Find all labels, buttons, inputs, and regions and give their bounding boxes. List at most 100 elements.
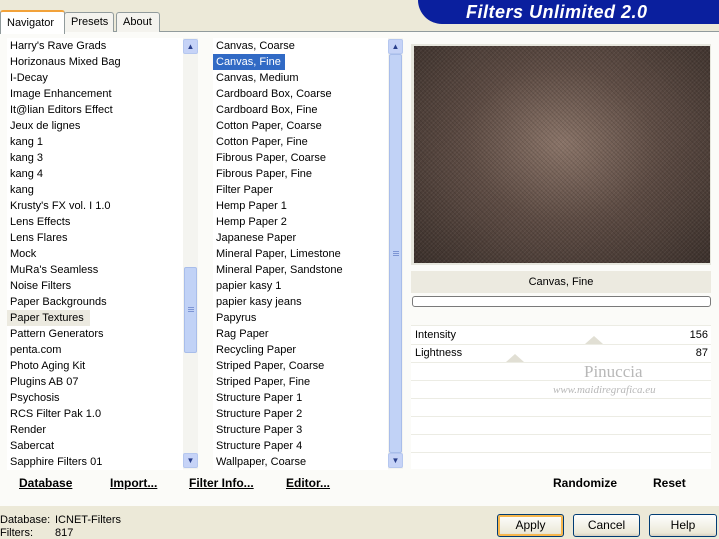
list-item[interactable]: Paper Textures [7,310,183,326]
category-scroll-thumb[interactable] [184,267,197,353]
category-list[interactable]: Harry's Rave Grads Horizonaus Mixed Bag I-… [7,38,183,470]
list-item-label: RCS Filter Pak 1.0 [10,408,102,420]
list-item[interactable]: RCS Filter Pak 1.0 [7,406,183,422]
list-item[interactable]: Structure Paper 4 [213,438,388,454]
list-item[interactable]: kang [7,182,183,198]
list-item[interactable]: Photo Aging Kit [7,358,183,374]
list-item[interactable]: kang 1 [7,134,183,150]
list-item[interactable]: Krusty's FX vol. I 1.0 [7,198,183,214]
list-item[interactable]: Cotton Paper, Coarse [213,118,388,134]
list-item[interactable]: Horizonaus Mixed Bag [7,54,183,70]
list-item[interactable]: Render [7,422,183,438]
list-item[interactable]: Noise Filters [7,278,183,294]
list-item[interactable]: Paper Backgrounds [7,294,183,310]
slider-lightness[interactable]: Lightness 87 [411,344,711,362]
list-item[interactable]: It@lian Editors Effect [7,102,183,118]
list-item-label: Psychosis [10,392,60,404]
list-item-label: MuRa's Seamless [10,264,99,276]
slider-intensity[interactable]: Intensity 156 [411,326,711,344]
list-item[interactable]: Mock [7,246,183,262]
filter-scroll-down-button[interactable]: ▼ [388,453,403,468]
list-item-label: Sabercat [10,440,55,452]
list-item[interactable]: papier kasy 1 [213,278,388,294]
list-item[interactable]: Lens Effects [7,214,183,230]
list-item[interactable]: papier kasy jeans [213,294,388,310]
list-item[interactable]: I-Decay [7,70,183,86]
chevron-up-icon: ▲ [391,42,400,51]
list-item-label: Paper Textures [7,310,90,326]
list-item-label: Noise Filters [10,280,72,292]
editor-button[interactable]: Editor... [286,476,330,490]
list-item[interactable]: kang 3 [7,150,183,166]
progress-bar [412,296,711,307]
list-item[interactable]: Recycling Paper [213,342,388,358]
list-item-label: Canvas, Coarse [216,40,295,52]
list-item[interactable]: Canvas, Fine [213,54,388,70]
apply-button[interactable]: Apply [497,514,564,537]
list-item[interactable]: Filter Paper [213,182,388,198]
tab-presets[interactable]: Presets [64,12,114,32]
database-button[interactable]: Database [19,476,72,490]
list-item[interactable]: Fibrous Paper, Coarse [213,150,388,166]
list-item[interactable]: kang 4 [7,166,183,182]
list-item[interactable]: penta.com [7,342,183,358]
list-item[interactable]: Sabercat [7,438,183,454]
list-item[interactable]: Rag Paper [213,326,388,342]
reset-button[interactable]: Reset [653,476,686,490]
preview-image [414,46,710,263]
filter-scrollbar[interactable]: ▲ ▼ [388,38,403,469]
list-item[interactable]: Mineral Paper, Sandstone [213,262,388,278]
list-item[interactable]: MuRa's Seamless [7,262,183,278]
tab-about[interactable]: About [116,12,160,32]
list-item[interactable]: Canvas, Coarse [213,38,388,54]
chevron-down-icon: ▼ [391,456,400,465]
list-item[interactable]: Psychosis [7,390,183,406]
category-scroll-down-button[interactable]: ▼ [183,453,198,468]
list-item[interactable]: Japanese Paper [213,230,388,246]
list-item[interactable]: Hemp Paper 1 [213,198,388,214]
filter-scroll-thumb[interactable] [389,54,402,453]
list-item-label: Canvas, Medium [216,72,299,84]
import-button[interactable]: Import... [110,476,157,490]
slider-thumb-lightness[interactable] [506,354,524,362]
list-item[interactable]: Lens Flares [7,230,183,246]
list-item[interactable]: Structure Paper 1 [213,390,388,406]
help-button[interactable]: Help [649,514,717,537]
list-item[interactable]: Striped Paper, Fine [213,374,388,390]
list-item[interactable]: Jeux de lignes [7,118,183,134]
list-item[interactable]: Striped Paper, Coarse [213,358,388,374]
list-item[interactable]: Structure Paper 3 [213,422,388,438]
list-item[interactable]: Papyrus [213,310,388,326]
list-item[interactable]: Structure Paper 2 [213,406,388,422]
filter-info-button[interactable]: Filter Info... [189,476,254,490]
cancel-button[interactable]: Cancel [573,514,640,537]
list-item-label: Paper Backgrounds [10,296,107,308]
randomize-button[interactable]: Randomize [553,476,617,490]
list-item[interactable]: Harry's Rave Grads [7,38,183,54]
database-value: ICNET-Filters [55,514,121,526]
database-label: Database: [0,514,51,526]
list-item-label: papier kasy 1 [216,280,282,292]
list-item-label: Render [10,424,47,436]
filter-scroll-up-button[interactable]: ▲ [388,39,403,54]
list-item-label: Lens Effects [10,216,71,228]
list-item[interactable]: Cotton Paper, Fine [213,134,388,150]
category-scroll-up-button[interactable]: ▲ [183,39,198,54]
tab-navigator[interactable]: Navigator [0,10,65,34]
list-item[interactable]: Plugins AB 07 [7,374,183,390]
list-item[interactable]: Fibrous Paper, Fine [213,166,388,182]
list-item[interactable]: Canvas, Medium [213,70,388,86]
category-scrollbar[interactable]: ▲ ▼ [183,38,198,469]
list-item[interactable]: Cardboard Box, Fine [213,102,388,118]
list-item[interactable]: Sapphire Filters 01 [7,454,183,470]
list-item[interactable]: Hemp Paper 2 [213,214,388,230]
list-item[interactable]: Pattern Generators [7,326,183,342]
filter-list[interactable]: Canvas, Coarse Canvas, Fine Canvas, Medium… [213,38,388,470]
list-item-label: kang 1 [10,136,44,148]
list-item[interactable]: Cardboard Box, Coarse [213,86,388,102]
list-item[interactable]: Mineral Paper, Limestone [213,246,388,262]
list-item[interactable]: Wallpaper, Coarse [213,454,388,470]
slider-thumb-intensity[interactable] [585,336,603,344]
list-item-label: Plugins AB 07 [10,376,79,388]
list-item[interactable]: Image Enhancement [7,86,183,102]
